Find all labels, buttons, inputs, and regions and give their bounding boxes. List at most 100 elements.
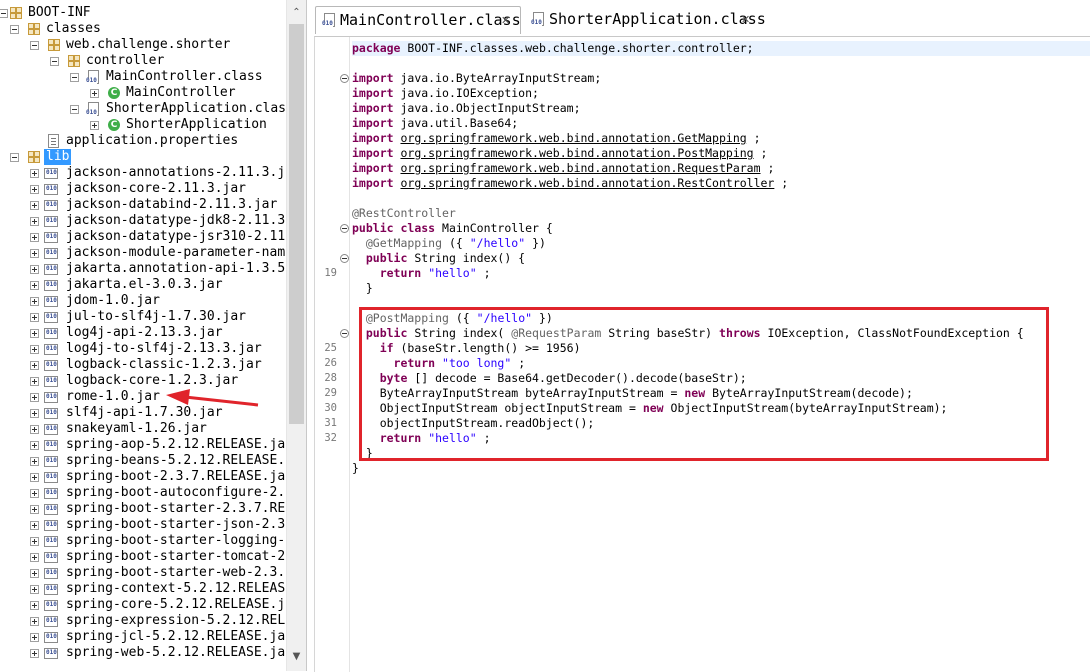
scrollbar-thumb[interactable]: [289, 24, 304, 424]
expand-icon[interactable]: [30, 409, 39, 418]
expand-icon[interactable]: [30, 585, 39, 594]
tree-item-label: spring-boot-starter-2.3.7.RE: [66, 501, 286, 516]
tree-item-label: spring-boot-autoconfigure-2.: [66, 485, 286, 500]
fold-toggle-icon[interactable]: [340, 254, 349, 263]
expand-icon[interactable]: [30, 393, 39, 402]
collapse-icon[interactable]: [0, 9, 8, 18]
tree-item-label: application.properties: [66, 133, 239, 148]
expand-icon[interactable]: [90, 121, 99, 130]
code-line: import org.springframework.web.bind.anno…: [352, 176, 788, 191]
collapse-icon[interactable]: [10, 25, 19, 34]
tab-main-controller-class[interactable]: 010 MainController.class ✕: [315, 6, 521, 34]
tab-shorter-application-class[interactable]: 010 ShorterApplication.class ✕: [525, 6, 766, 33]
jar-icon: 010: [44, 552, 58, 563]
expand-icon[interactable]: [30, 473, 39, 482]
tree-item-label: slf4j-api-1.7.30.jar: [66, 405, 223, 420]
line-number: 29: [324, 387, 337, 399]
close-icon[interactable]: ✕: [741, 6, 750, 33]
expand-icon[interactable]: [30, 281, 39, 290]
fold-toggle-icon[interactable]: [340, 74, 349, 83]
code-line: import java.io.ObjectInputStream;: [352, 101, 581, 116]
scroll-down-icon[interactable]: ▼: [287, 648, 306, 665]
code-keyword: import: [352, 176, 394, 190]
code-text: java.util.Base64;: [400, 116, 519, 130]
tree-item-label: BOOT-INF: [28, 5, 91, 20]
expand-icon[interactable]: [30, 329, 39, 338]
tree-item-label: spring-boot-starter-web-2.3.: [66, 565, 286, 580]
expand-icon[interactable]: [30, 361, 39, 370]
collapse-icon[interactable]: [10, 153, 19, 162]
jar-icon: 010: [44, 584, 58, 595]
expand-icon[interactable]: [30, 601, 39, 610]
code-text: java.io.ByteArrayInputStream;: [400, 71, 602, 85]
class-file-icon: 010: [86, 70, 99, 84]
tree-item-label: rome-1.0.jar: [66, 389, 160, 404]
expand-icon[interactable]: [30, 553, 39, 562]
package-folder-icon: [48, 39, 60, 51]
tree-item-label: spring-beans-5.2.12.RELEASE.: [66, 453, 286, 468]
collapse-icon[interactable]: [50, 57, 59, 66]
code-editor[interactable]: 19 25 26 28 29 30 31 32 package BOOT-INF.classe…: [314, 36, 1090, 672]
expand-icon[interactable]: [30, 489, 39, 498]
collapse-icon[interactable]: [70, 73, 79, 82]
expand-icon[interactable]: [30, 649, 39, 658]
expand-icon[interactable]: [30, 425, 39, 434]
tab-label: ShorterApplication.class: [549, 10, 766, 28]
tree-item-label: snakeyaml-1.26.jar: [66, 421, 207, 436]
expand-icon[interactable]: [30, 505, 39, 514]
expand-icon[interactable]: [30, 185, 39, 194]
jar-icon: 010: [44, 392, 58, 403]
expand-icon[interactable]: [30, 377, 39, 386]
jar-icon: 010: [44, 504, 58, 515]
code-keyword: import: [352, 146, 394, 160]
close-icon[interactable]: ✕: [501, 7, 510, 34]
expand-icon[interactable]: [30, 345, 39, 354]
expand-icon[interactable]: [90, 89, 99, 98]
tree-item-label: classes: [46, 21, 101, 36]
code-line: import org.springframework.web.bind.anno…: [352, 161, 774, 176]
expand-icon[interactable]: [30, 265, 39, 274]
jar-icon: 010: [44, 408, 58, 419]
tree-item-label: log4j-api-2.13.3.jar: [66, 325, 223, 340]
expand-icon[interactable]: [30, 441, 39, 450]
collapse-icon[interactable]: [30, 41, 39, 50]
expand-icon[interactable]: [30, 457, 39, 466]
jar-icon: 010: [44, 536, 58, 547]
expand-icon[interactable]: [30, 569, 39, 578]
code-keyword: import: [352, 116, 394, 130]
tree-item-label: spring-boot-starter-json-2.3: [66, 517, 286, 532]
code-text: BOOT-INF.classes.web.challenge.shorter.c…: [407, 41, 754, 55]
expand-icon[interactable]: [30, 537, 39, 546]
class-icon: C: [108, 87, 120, 99]
expand-icon[interactable]: [30, 617, 39, 626]
tree-item-label: controller: [86, 53, 165, 68]
expand-icon[interactable]: [30, 249, 39, 258]
expand-icon[interactable]: [30, 313, 39, 322]
code-text: ;: [483, 266, 491, 280]
jar-icon: 010: [44, 232, 58, 243]
jar-icon: 010: [44, 328, 58, 339]
fold-toggle-icon[interactable]: [340, 329, 349, 338]
code-line: import java.io.IOException;: [352, 86, 539, 101]
scroll-up-icon[interactable]: ⌃: [287, 4, 306, 21]
tree-scrollbar[interactable]: ⌃ ▼: [286, 0, 306, 671]
expand-icon[interactable]: [30, 521, 39, 530]
collapse-icon[interactable]: [70, 105, 79, 114]
code-annotation: @GetMapping: [352, 236, 443, 250]
expand-icon[interactable]: [30, 217, 39, 226]
expand-icon[interactable]: [30, 169, 39, 178]
expand-icon[interactable]: [30, 233, 39, 242]
jar-icon: 010: [44, 344, 58, 355]
tree-item-label: MainController: [126, 85, 236, 100]
class-file-icon: 010: [86, 102, 99, 116]
fold-toggle-icon[interactable]: [340, 224, 349, 233]
line-number: 32: [324, 432, 337, 444]
tree-item-label: log4j-to-slf4j-2.13.3.jar: [66, 341, 262, 356]
code-annotation: @RestController: [352, 206, 456, 220]
code-text: java.io.ObjectInputStream;: [400, 101, 581, 115]
expand-icon[interactable]: [30, 201, 39, 210]
expand-icon[interactable]: [30, 297, 39, 306]
expand-icon[interactable]: [30, 633, 39, 642]
tree-item-label: jdom-1.0.jar: [66, 293, 160, 308]
tree-item-label: spring-boot-2.3.7.RELEASE.ja: [66, 469, 286, 484]
